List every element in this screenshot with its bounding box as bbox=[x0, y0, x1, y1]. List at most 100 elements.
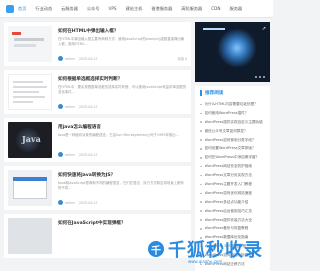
article-meta: admin 2025-04-27 bbox=[58, 200, 187, 205]
bullet-icon bbox=[200, 219, 202, 221]
recommended-item[interactable]: WordPress插件实现自定义主题功能 bbox=[200, 118, 265, 127]
bullet-icon bbox=[200, 148, 202, 150]
watermark-icon: 千 bbox=[148, 241, 164, 257]
bullet-icon bbox=[200, 183, 202, 186]
recommended-item[interactable]: WordPress主题开发入门教程 bbox=[200, 180, 265, 189]
nav-item[interactable]: 首页 bbox=[18, 0, 26, 18]
recommended-item[interactable]: 如何使用WordPress插件？ bbox=[200, 109, 265, 118]
recommended-item-label[interactable]: WordPress备份与恢复教程 bbox=[205, 226, 249, 231]
bullet-icon bbox=[200, 121, 202, 123]
bullet-icon bbox=[200, 130, 202, 132]
article-date: 2025-04-27 bbox=[79, 104, 98, 109]
article-author[interactable]: admin bbox=[65, 105, 75, 109]
recommended-item[interactable]: WordPress如何使用分类字段？ bbox=[200, 136, 265, 145]
bullet-icon bbox=[200, 192, 202, 195]
article-card[interactable]: 如何根据单选框选择实时判断？ 在HTML中，要实现根据单选框的选择实时判断，可以… bbox=[4, 70, 191, 114]
section-marker-icon bbox=[200, 90, 202, 96]
nav-item[interactable]: VPS bbox=[109, 0, 117, 18]
recommended-item[interactable]: WordPress插件安装方法大全 bbox=[200, 216, 265, 225]
article-date: 2025-04-27 bbox=[79, 200, 98, 205]
article-title[interactable]: 如何快速将Java转换为JS？ bbox=[58, 172, 187, 178]
recommended-item-label[interactable]: WordPress后台使用技巧汇总 bbox=[205, 209, 252, 214]
recommended-item-label[interactable]: WordPress插件实现自定义主题功能 bbox=[205, 120, 263, 125]
recommended-item[interactable]: 如何在WordPress中添加悬浮窗？ bbox=[200, 153, 265, 162]
article-card[interactable]: Java 用java怎么编程语言 Java是一种面向对象的编程语言，它由Sun … bbox=[4, 118, 191, 162]
bullet-icon bbox=[200, 210, 202, 212]
recommended-item-label[interactable]: 如何在WordPress中添加悬浮窗？ bbox=[205, 155, 260, 160]
article-meta: admin 2025-04-27 bbox=[58, 104, 187, 109]
article-list: 如何在HTML中弹出输入框？ 在HTML中弹出输入框主要有两种方式：使用Java… bbox=[4, 22, 191, 262]
page: { "nav": { "items": ["首页", "行业动态", "云服务器… bbox=[0, 0, 273, 271]
nav-item[interactable]: 香港服务器 bbox=[151, 0, 172, 18]
recommended-item-label[interactable]: 如何设置WordPress文章排版？ bbox=[205, 146, 256, 151]
bullet-icon bbox=[200, 228, 202, 230]
article-author[interactable]: admin bbox=[65, 153, 75, 157]
article-thumbnail[interactable] bbox=[8, 218, 52, 254]
article-title[interactable]: 如何在HTML中弹出输入框？ bbox=[58, 28, 187, 34]
recommended-item-label[interactable]: WordPress插件安装方法大全 bbox=[205, 218, 252, 223]
article-date: 2025-04-27 bbox=[79, 152, 98, 157]
share-icon[interactable]: ↗ bbox=[262, 26, 266, 32]
nav-item[interactable]: 服务器 bbox=[230, 0, 243, 18]
article-card[interactable]: 如何快速将Java转换为JS？ Java和JavaScript是两种不同的编程语… bbox=[4, 166, 191, 210]
bullet-icon bbox=[200, 139, 202, 141]
recommended-item-label[interactable]: 为什么HTML内容需要垃圾处理？ bbox=[205, 102, 258, 107]
recommended-item-label[interactable]: 如何使用WordPress插件？ bbox=[205, 111, 249, 116]
recommended-title: 推荐阅读 bbox=[205, 91, 224, 96]
article-meta: admin 2025-04-27 bbox=[58, 152, 187, 157]
recommended-item-label[interactable]: WordPress如何优化网站速度 bbox=[205, 191, 252, 196]
avatar bbox=[58, 200, 63, 205]
article-title[interactable]: 如何根据单选框选择实时判断？ bbox=[58, 76, 187, 82]
top-navigation: 首页 行业动态 云服务器 公众号 VPS 建站主机 香港服务器 高防服务器 CDN 服务器 bbox=[0, 0, 273, 18]
recommended-item[interactable]: WordPress后台使用技巧汇总 bbox=[200, 207, 265, 216]
site-logo[interactable] bbox=[6, 4, 14, 13]
article-author[interactable]: admin bbox=[65, 57, 75, 61]
java-thumbnail-text: Java bbox=[22, 134, 41, 144]
bullet-icon bbox=[200, 165, 202, 168]
article-title[interactable]: 用java怎么编程语言 bbox=[58, 124, 187, 130]
watermark-url: www.qianhu.com bbox=[188, 259, 223, 264]
recommended-item[interactable]: WordPress如何优化网站速度 bbox=[200, 189, 265, 198]
article-thumbnail[interactable] bbox=[8, 74, 52, 110]
article-thumbnail[interactable] bbox=[8, 26, 52, 62]
recommended-item-label[interactable]: WordPress主题开发入门教程 bbox=[205, 182, 252, 187]
nav-item[interactable]: 公众号 bbox=[87, 0, 100, 18]
recommended-item[interactable]: WordPress多站点功能介绍 bbox=[200, 198, 265, 207]
avatar bbox=[58, 104, 63, 109]
article-excerpt: 在HTML中，要实现根据单选框的选择实时判断，可以使用JavaScript来监听… bbox=[58, 85, 187, 94]
recommended-item-label[interactable]: WordPress文章分页实现方法 bbox=[205, 173, 252, 178]
bullet-icon bbox=[200, 157, 202, 159]
article-excerpt: 在HTML中弹出输入框主要有两种方式：使用JavaScript的prompt()… bbox=[58, 37, 185, 46]
recommended-item-label[interactable]: WordPress多站点功能介绍 bbox=[205, 200, 249, 205]
avatar bbox=[58, 152, 63, 157]
recommended-item[interactable]: 微信公众号文章如何群发？ bbox=[200, 127, 265, 136]
nav-item[interactable]: 高防服务器 bbox=[181, 0, 202, 18]
recommended-item[interactable]: WordPress文章分页实现方法 bbox=[200, 171, 265, 180]
avatar bbox=[58, 56, 63, 61]
article-date: 2025-04-27 bbox=[79, 56, 98, 61]
recommended-item[interactable]: 为什么HTML内容需要垃圾处理？ bbox=[200, 100, 265, 109]
article-stats: 阅读 0 bbox=[177, 57, 187, 61]
sidebar: ↗ 推荐阅读 为什么HTML内容需要垃圾处理？ 如何使用WordPress插件？ W… bbox=[195, 22, 270, 271]
nav-item[interactable]: 行业动态 bbox=[35, 0, 52, 18]
bullet-icon bbox=[200, 103, 202, 106]
article-excerpt: Java是一种面向对象的编程语言，它由Sun Microsystems公司于19… bbox=[58, 133, 179, 137]
article-title[interactable]: 如何在JavaScript中实现弹框？ bbox=[58, 220, 187, 226]
article-author[interactable]: admin bbox=[65, 201, 75, 205]
nav-item[interactable]: 云服务器 bbox=[61, 0, 78, 18]
bullet-icon bbox=[200, 112, 202, 115]
recommended-item-label[interactable]: 微信公众号文章如何群发？ bbox=[205, 129, 248, 134]
recommended-item-label[interactable]: WordPress如何使用分类字段？ bbox=[205, 138, 256, 143]
bullet-icon bbox=[200, 201, 202, 203]
nav-item[interactable]: 建站主机 bbox=[126, 0, 143, 18]
article-card[interactable]: 如何在HTML中弹出输入框？ 在HTML中弹出输入框主要有两种方式：使用Java… bbox=[4, 22, 191, 66]
featured-banner[interactable]: ↗ bbox=[195, 22, 270, 82]
recommended-item[interactable]: 如何设置WordPress文章排版？ bbox=[200, 144, 265, 153]
article-meta: admin 2025-04-27 阅读 0 bbox=[58, 56, 187, 61]
article-thumbnail[interactable] bbox=[8, 170, 52, 206]
recommended-item[interactable]: WordPress备份与恢复教程 bbox=[200, 224, 265, 233]
recommended-item[interactable]: WordPress网站安全防护指南 bbox=[200, 162, 265, 171]
nav-item[interactable]: CDN bbox=[211, 0, 220, 18]
article-thumbnail[interactable]: Java bbox=[8, 122, 52, 158]
recommended-item-label[interactable]: WordPress网站安全防护指南 bbox=[205, 164, 252, 169]
